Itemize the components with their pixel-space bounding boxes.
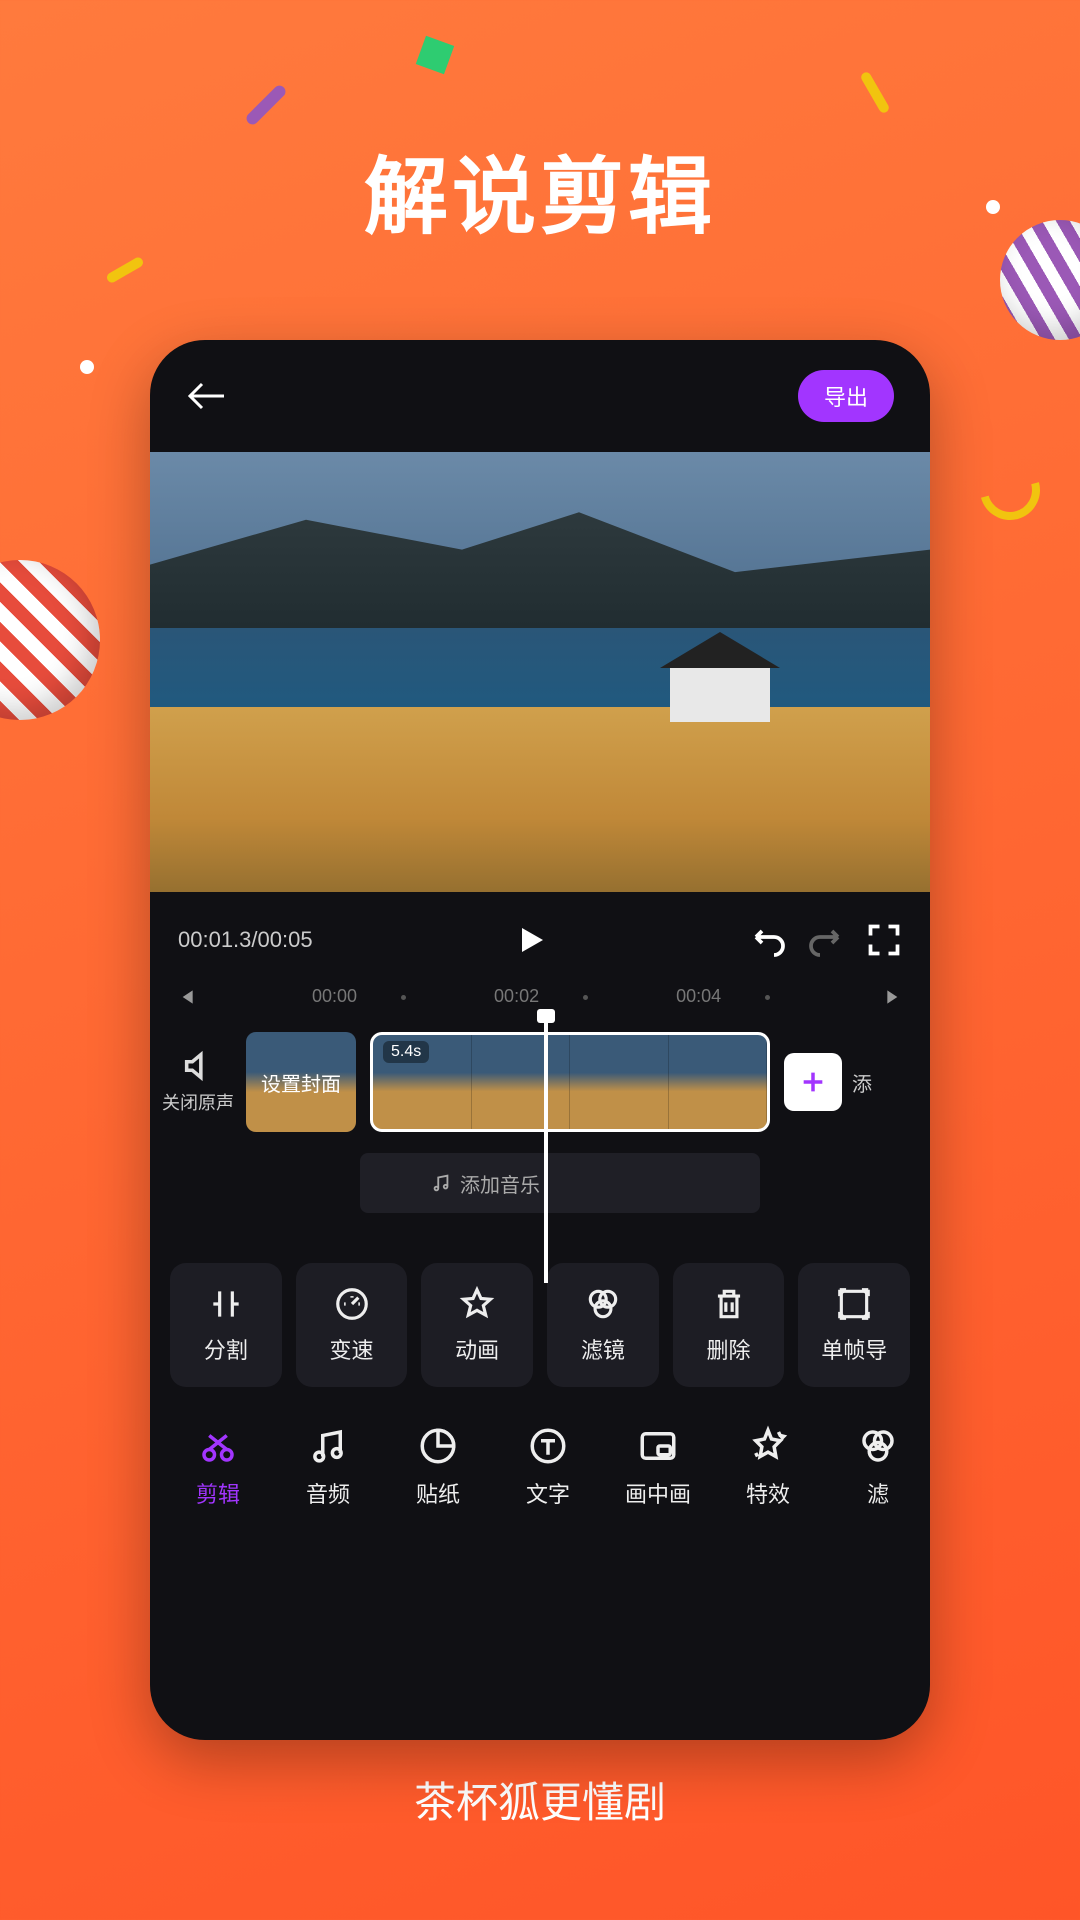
speed-icon [333, 1285, 371, 1323]
play-button[interactable] [513, 922, 549, 958]
fullscreen-button[interactable] [866, 922, 902, 958]
confetti-stick [244, 83, 288, 127]
frame-export-icon [835, 1285, 873, 1323]
tool-delete[interactable]: 删除 [673, 1263, 785, 1387]
decorative-ball [0, 560, 100, 720]
add-clip-button[interactable] [784, 1053, 842, 1111]
filter2-icon [857, 1425, 899, 1467]
nav-audio[interactable]: 音频 [280, 1425, 376, 1509]
redo-icon [808, 922, 844, 958]
text-icon [527, 1425, 569, 1467]
play-icon [513, 922, 549, 958]
undo-button[interactable] [750, 922, 786, 958]
audio-icon [307, 1425, 349, 1467]
ruler-tick: 00:02 [494, 986, 588, 1007]
undo-icon [750, 922, 786, 958]
nav-edit[interactable]: 剪辑 [170, 1425, 266, 1509]
redo-button[interactable] [808, 922, 844, 958]
promo-title: 解说剪辑 [0, 130, 1080, 251]
confetti-stick [859, 71, 890, 115]
plus-icon [799, 1068, 827, 1096]
skip-start-icon [176, 987, 196, 1007]
video-clip[interactable]: 5.4s [370, 1032, 770, 1132]
ruler-tick: 00:04 [676, 986, 770, 1007]
nav-text[interactable]: 文字 [500, 1425, 596, 1509]
fullscreen-icon [866, 922, 902, 958]
tool-speed[interactable]: 变速 [296, 1263, 408, 1387]
add-clip-label: 添 [852, 1068, 872, 1097]
nav-pip[interactable]: 画中画 [610, 1425, 706, 1509]
preview-scene [150, 707, 930, 892]
skip-end-button[interactable] [858, 987, 930, 1007]
add-music-button[interactable]: 添加音乐 [360, 1153, 760, 1213]
back-button[interactable] [186, 380, 226, 412]
promo-subtitle: 茶杯狐更懂剧 [0, 1769, 1080, 1830]
sticker-icon [417, 1425, 459, 1467]
confetti-stick [105, 256, 145, 285]
nav-sticker[interactable]: 贴纸 [390, 1425, 486, 1509]
ruler-tick: 00:00 [312, 986, 406, 1007]
confetti-square [416, 36, 454, 74]
skip-end-icon [884, 987, 904, 1007]
skip-start-button[interactable] [150, 987, 222, 1007]
tool-frame-export[interactable]: 单帧导 [798, 1263, 910, 1387]
tool-filter[interactable]: 滤镜 [547, 1263, 659, 1387]
mute-original-audio-button[interactable]: 关闭原声 [150, 1049, 246, 1115]
split-icon [207, 1285, 245, 1323]
set-cover-button[interactable]: 设置封面 [246, 1032, 356, 1132]
mute-label: 关闭原声 [162, 1089, 234, 1115]
tool-split[interactable]: 分割 [170, 1263, 282, 1387]
tool-animation[interactable]: 动画 [421, 1263, 533, 1387]
speaker-icon [181, 1049, 215, 1083]
nav-effect[interactable]: 特效 [720, 1425, 816, 1509]
export-button[interactable]: 导出 [798, 370, 894, 422]
time-display: 00:01.3/00:05 [178, 927, 313, 953]
confetti-dot [80, 360, 94, 374]
playhead[interactable] [544, 1017, 548, 1283]
edit-icon [197, 1425, 239, 1467]
filter-icon [584, 1285, 622, 1323]
music-note-icon [430, 1172, 452, 1194]
clip-duration-badge: 5.4s [383, 1041, 429, 1063]
delete-icon [710, 1285, 748, 1323]
effect-icon [747, 1425, 789, 1467]
arrow-left-icon [186, 380, 226, 412]
video-preview[interactable] [150, 452, 930, 892]
pip-icon [637, 1425, 679, 1467]
confetti-curl [969, 449, 1051, 531]
animation-icon [458, 1285, 496, 1323]
device-frame: 导出 00:01.3/00:05 00:00 00: [150, 340, 930, 1740]
preview-scene [670, 662, 770, 722]
nav-filter2[interactable]: 滤 [830, 1425, 926, 1509]
